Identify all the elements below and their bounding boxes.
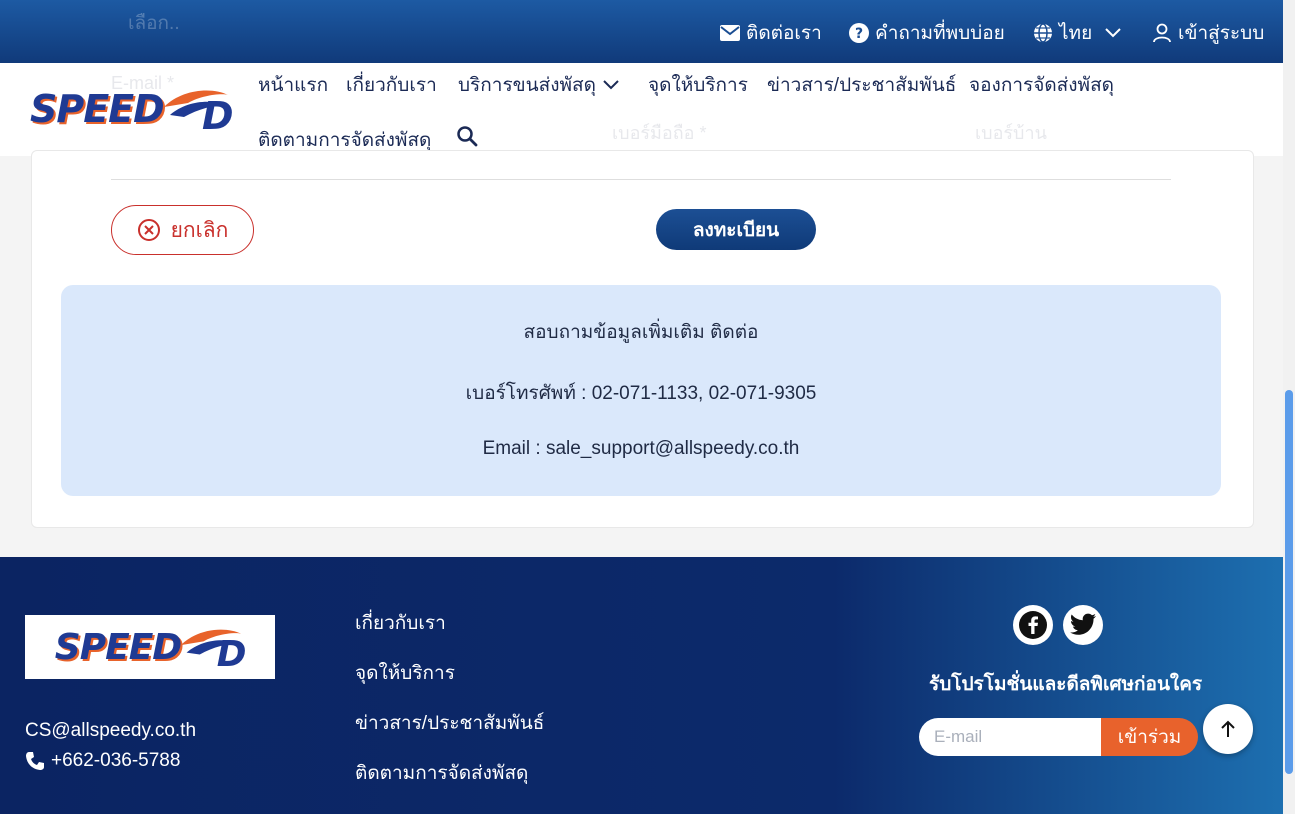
twitter-icon — [1070, 613, 1096, 635]
svg-text:?: ? — [855, 26, 863, 42]
info-phone: เบอร์โทรศัพท์ : 02-071-1133, 02-071-9305 — [465, 383, 817, 404]
footer-link-about[interactable]: เกี่ยวกับเรา — [355, 608, 446, 638]
footer-logo[interactable]: SPEED D — [25, 615, 275, 679]
nav-booking[interactable]: จองการจัดส่งพัสดุ — [969, 70, 1114, 100]
user-icon — [1153, 23, 1171, 43]
ghost-home-phone-label: เบอร์บ้าน — [975, 123, 1047, 143]
footer-logo-mark: D — [217, 634, 245, 670]
footer-link-tracking[interactable]: ติดตามการจัดส่งพัสดุ — [355, 758, 528, 788]
nav-news[interactable]: ข่าวสาร/ประชาสัมพันธ์ — [767, 70, 956, 100]
footer-phone-text: +662-036-5788 — [51, 750, 181, 771]
speedd-logo[interactable]: SPEED D — [30, 85, 232, 133]
top-bar: เลือก.. ติดต่อเรา ? คำถามที่พบบ่อย ไทย เ… — [0, 0, 1283, 63]
contact-label: ติดต่อเรา — [746, 23, 822, 44]
footer-phone[interactable]: +662-036-5788 — [25, 750, 180, 772]
language-selector[interactable]: ไทย — [1033, 18, 1122, 48]
scroll-to-top-button[interactable] — [1203, 704, 1253, 754]
faq-label: คำถามที่พบบ่อย — [875, 23, 1005, 44]
page-scrollbar[interactable] — [1283, 0, 1295, 814]
contact-info-box: สอบถามข้อมูลเพิ่มเติม ติดต่อ เบอร์โทรศัพ… — [61, 285, 1221, 496]
info-heading: สอบถามข้อมูลเพิ่มเติม ติดต่อ — [523, 322, 759, 343]
form-divider — [111, 179, 1171, 180]
main-navbar: E-mail * เบอร์มือถือ * เบอร์บ้าน SPEED D… — [0, 63, 1283, 156]
arrow-up-icon — [1221, 720, 1235, 737]
footer-email[interactable]: CS@allspeedy.co.th — [25, 720, 196, 742]
logo-text: SPEED — [30, 87, 165, 131]
phone-icon — [26, 752, 44, 770]
nav-services[interactable]: บริการขนส่งพัสดุ — [458, 70, 620, 100]
logo-mark: D — [202, 94, 232, 133]
cancel-button[interactable]: ยกเลิก — [111, 205, 254, 255]
register-button[interactable]: ลงทะเบียน — [656, 209, 816, 250]
login-label: เข้าสู่ระบบ — [1178, 23, 1265, 44]
subscribe-email-input[interactable] — [919, 718, 1101, 756]
footer-link-service-points[interactable]: จุดให้บริการ — [355, 658, 455, 688]
faq-link[interactable]: ? คำถามที่พบบ่อย — [849, 18, 1005, 48]
language-label: ไทย — [1059, 23, 1093, 44]
facebook-icon — [1019, 611, 1047, 639]
nav-service-points[interactable]: จุดให้บริการ — [648, 70, 748, 100]
scrollbar-thumb[interactable] — [1285, 390, 1293, 774]
nav-about[interactable]: เกี่ยวกับเรา — [346, 70, 437, 100]
site-footer: SPEED D CS@allspeedy.co.th +662-036-5788… — [0, 557, 1283, 814]
chevron-down-icon — [603, 80, 619, 90]
subscribe-button[interactable]: เข้าร่วม — [1101, 718, 1198, 756]
globe-icon — [1034, 23, 1052, 43]
question-icon: ? — [849, 23, 869, 43]
facebook-link[interactable] — [1013, 605, 1053, 645]
nav-services-label: บริการขนส่งพัสดุ — [458, 75, 596, 96]
promo-heading: รับโปรโมชั่นและดีลพิเศษก่อนใคร — [929, 674, 1203, 695]
info-email: Email : sale_support@allspeedy.co.th — [482, 438, 800, 459]
footer-link-news[interactable]: ข่าวสาร/ประชาสัมพันธ์ — [355, 708, 544, 738]
envelope-icon — [720, 25, 740, 41]
close-circle-icon — [137, 219, 160, 241]
nav-home[interactable]: หน้าแรก — [258, 70, 328, 100]
footer-email-text: CS@allspeedy.co.th — [25, 720, 197, 741]
chevron-down-icon — [1105, 28, 1121, 38]
login-link[interactable]: เข้าสู่ระบบ — [1152, 18, 1264, 48]
ghost-mobile-label: เบอร์มือถือ * — [612, 123, 707, 143]
footer-logo-text: SPEED — [54, 626, 182, 668]
logo-wing-icon: D — [163, 90, 232, 133]
contact-link[interactable]: ติดต่อเรา — [720, 18, 822, 48]
ghost-select-text: เลือก.. — [128, 13, 180, 34]
search-icon[interactable] — [456, 125, 478, 147]
logo-wing-icon: D — [181, 629, 245, 670]
twitter-link[interactable] — [1063, 605, 1103, 645]
cancel-label: ยกเลิก — [170, 218, 229, 242]
